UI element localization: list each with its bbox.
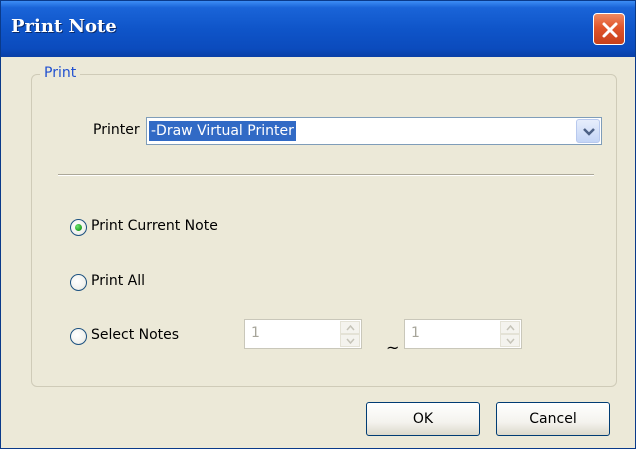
cancel-button[interactable]: Cancel (496, 402, 610, 436)
spin-up-button[interactable] (340, 321, 360, 334)
range-separator: ~ (386, 338, 400, 357)
arrow-up-icon (506, 325, 515, 331)
radio-selected-dot (75, 224, 82, 231)
ok-button[interactable]: OK (366, 402, 480, 436)
window-title: Print Note (11, 16, 117, 37)
radio-button[interactable] (70, 219, 87, 236)
printer-dropdown-button[interactable] (576, 119, 600, 143)
title-bar[interactable]: Print Note (1, 1, 635, 57)
arrow-down-icon (346, 338, 355, 344)
radio-button[interactable] (70, 274, 87, 291)
printer-value: -Draw Virtual Printer (149, 121, 296, 141)
spin-buttons (340, 321, 360, 347)
to-note-value: 1 (411, 325, 420, 341)
group-legend: Print (40, 65, 81, 81)
arrow-down-icon (506, 338, 515, 344)
radio-label: Print All (91, 273, 146, 289)
spin-down-button[interactable] (500, 334, 520, 347)
to-note-stepper[interactable]: 1 (404, 319, 522, 349)
radio-print-all[interactable]: Print All (70, 272, 190, 294)
printer-label: Printer (93, 122, 140, 138)
from-note-stepper[interactable]: 1 (244, 319, 362, 349)
print-note-dialog: Print Note Print Printer -Draw Virtual P… (0, 0, 636, 449)
radio-button[interactable] (70, 328, 87, 345)
spin-up-button[interactable] (500, 321, 520, 334)
radio-label: Print Current Note (91, 218, 218, 234)
dialog-body: Print Printer -Draw Virtual Printer Prin… (4, 57, 632, 447)
close-button[interactable] (593, 13, 625, 45)
close-icon (602, 22, 618, 38)
chevron-down-icon (583, 128, 595, 136)
spin-down-button[interactable] (340, 334, 360, 347)
separator (58, 174, 594, 176)
printer-select[interactable]: -Draw Virtual Printer (146, 117, 602, 145)
arrow-up-icon (346, 325, 355, 331)
radio-select-notes[interactable]: Select Notes (70, 326, 220, 348)
spin-buttons (500, 321, 520, 347)
radio-print-current-note[interactable]: Print Current Note (70, 217, 260, 239)
radio-label: Select Notes (91, 327, 180, 343)
from-note-value: 1 (251, 325, 260, 341)
